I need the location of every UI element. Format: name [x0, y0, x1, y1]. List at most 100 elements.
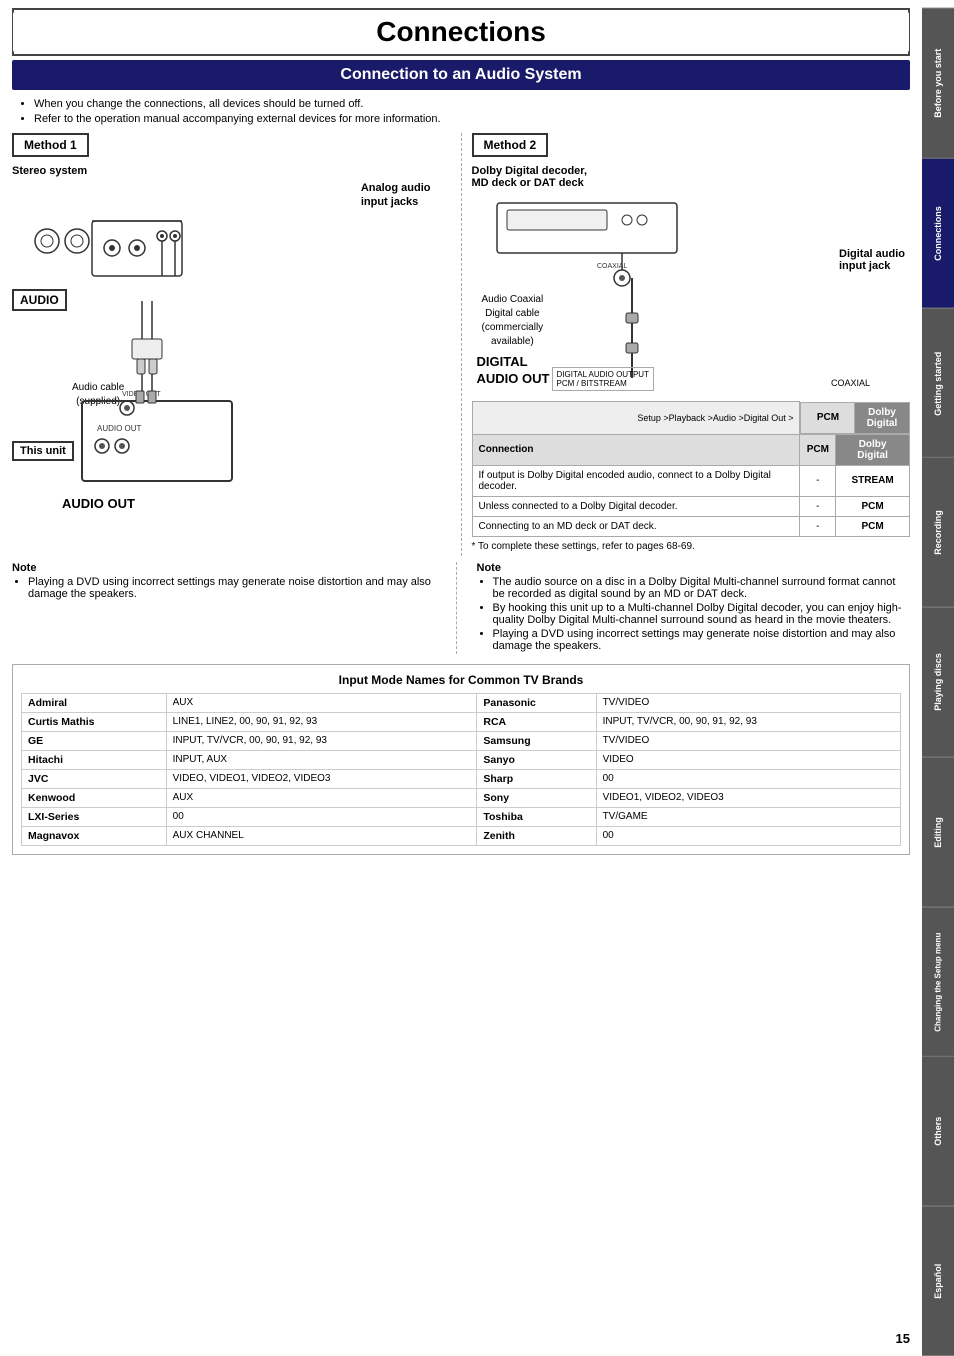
sidebar-tab-editing[interactable]: Editing — [922, 757, 954, 907]
dolby-cell-1: STREAM — [836, 465, 910, 496]
brand-value: VIDEO, VIDEO1, VIDEO2, VIDEO3 — [166, 769, 477, 788]
digital-audio-out-label: DIGITAL AUDIO OUT — [477, 354, 550, 388]
intro-bullet-2: Refer to the operation manual accompanyi… — [34, 113, 906, 125]
note-right: Note The audio source on a disc in a Dol… — [467, 562, 911, 654]
brand-table-row: Kenwood AUX Sony VIDEO1, VIDEO2, VIDEO3 — [22, 788, 901, 807]
sidebar-tab-before-you-start[interactable]: Before you start — [922, 8, 954, 158]
method1-box: Method 1 — [12, 133, 89, 157]
method1-label-box: Method 1 — [12, 133, 451, 161]
sidebar-tab-setup-menu[interactable]: Changing the Setup menu — [922, 907, 954, 1057]
brand-value: INPUT, AUX — [166, 750, 477, 769]
brand-name2: Zenith — [477, 826, 596, 845]
note-right-bullet-3: Playing a DVD using incorrect settings m… — [493, 628, 911, 652]
cable-svg — [602, 278, 662, 378]
decoder-device-svg: COAXIAL — [492, 198, 692, 298]
brand-name: LXI-Series — [22, 807, 167, 826]
settings-table: Setup >Playback >Audio >Digital Out > PC… — [472, 401, 911, 537]
section-header: Connection to an Audio System — [12, 60, 910, 90]
brand-name2: Toshiba — [477, 807, 596, 826]
sidebar-tab-recording[interactable]: Recording — [922, 457, 954, 607]
right-column: Method 2 Dolby Digital decoder, MD deck … — [462, 133, 911, 556]
pcm-label: DIGITAL AUDIO OUTPUT PCM / BITSTREAM — [552, 367, 654, 391]
sidebar: Before you start Connections Getting sta… — [922, 8, 954, 1356]
brand-value2: 00 — [596, 826, 900, 845]
svg-text:AUDIO OUT: AUDIO OUT — [97, 424, 142, 433]
this-unit-label: This unit — [12, 441, 74, 461]
brand-table-row: Admiral AUX Panasonic TV/VIDEO — [22, 693, 901, 712]
brand-value2: INPUT, TV/VCR, 00, 90, 91, 92, 93 — [596, 712, 900, 731]
intro-bullet-1: When you change the connections, all dev… — [34, 98, 906, 110]
content-area: Method 1 Stereo system Analog audio inpu… — [12, 133, 910, 556]
brand-value: AUX — [166, 788, 477, 807]
digital-input-label: Digital audio input jack — [839, 248, 905, 272]
coaxial-cable-label: Audio Coaxial Digital cable (commerciall… — [482, 293, 544, 349]
sidebar-tab-connections[interactable]: Connections — [922, 158, 954, 308]
brand-name2: Panasonic — [477, 693, 596, 712]
brand-table-row: GE INPUT, TV/VCR, 00, 90, 91, 92, 93 Sam… — [22, 731, 901, 750]
method2-diagram: COAXIAL Digital audio input jack Audio C… — [472, 193, 911, 393]
brand-table-row: Hitachi INPUT, AUX Sanyo VIDEO — [22, 750, 901, 769]
brand-value: LINE1, LINE2, 00, 90, 91, 92, 93 — [166, 712, 477, 731]
brand-value2: VIDEO — [596, 750, 900, 769]
brand-table: Admiral AUX Panasonic TV/VIDEO Curtis Ma… — [21, 693, 901, 846]
page-title: Connections — [376, 16, 546, 47]
connection-header: Connection — [472, 434, 800, 465]
dolby-cell-2: PCM — [836, 496, 910, 516]
brand-name: JVC — [22, 769, 167, 788]
brand-name: Admiral — [22, 693, 167, 712]
audio-label-box: AUDIO — [12, 289, 67, 311]
main-content: Connections Connection to an Audio Syste… — [0, 8, 922, 855]
method2-system-label: Dolby Digital decoder, MD deck or DAT de… — [472, 165, 911, 189]
brand-value: INPUT, TV/VCR, 00, 90, 91, 92, 93 — [166, 731, 477, 750]
method1-diagram: Analog audio input jacks — [12, 181, 451, 511]
sidebar-tab-playing-discs[interactable]: Playing discs — [922, 607, 954, 757]
method2-box: Method 2 — [472, 133, 549, 157]
left-column: Method 1 Stereo system Analog audio inpu… — [12, 133, 462, 556]
brand-value2: VIDEO1, VIDEO2, VIDEO3 — [596, 788, 900, 807]
note-left-bullet-1: Playing a DVD using incorrect settings m… — [28, 576, 446, 600]
method1-system-label: Stereo system — [12, 165, 451, 177]
note-left-list: Playing a DVD using incorrect settings m… — [12, 576, 446, 600]
brand-value: AUX CHANNEL — [166, 826, 477, 845]
brand-name2: Samsung — [477, 731, 596, 750]
page-number: 15 — [896, 1331, 910, 1346]
this-unit-svg: VIDEO OUT AUDIO OUT — [72, 301, 272, 501]
brand-value2: 00 — [596, 769, 900, 788]
note-right-list: The audio source on a disc in a Dolby Di… — [477, 576, 911, 652]
note-left-title: Note — [12, 562, 446, 574]
table-row: Connecting to an MD deck or DAT deck. - … — [472, 516, 910, 536]
brand-value2: TV/VIDEO — [596, 731, 900, 750]
note-left: Note Playing a DVD using incorrect setti… — [12, 562, 457, 654]
connection-cell-1: If output is Dolby Digital encoded audio… — [472, 465, 800, 496]
brand-name: Magnavox — [22, 826, 167, 845]
brand-table-row: LXI-Series 00 Toshiba TV/GAME — [22, 807, 901, 826]
dolby-cell-3: PCM — [836, 516, 910, 536]
method2-label-box: Method 2 — [472, 133, 911, 161]
page-title-bar: Connections — [12, 8, 910, 56]
setup-path-label: Setup >Playback >Audio >Digital Out > — [472, 402, 800, 435]
brand-name: GE — [22, 731, 167, 750]
brand-name: Kenwood — [22, 788, 167, 807]
svg-text:COAXIAL: COAXIAL — [597, 263, 627, 270]
brand-table-row: Magnavox AUX CHANNEL Zenith 00 — [22, 826, 901, 845]
sidebar-tab-getting-started[interactable]: Getting started — [922, 308, 954, 458]
brand-name2: Sony — [477, 788, 596, 807]
sidebar-tab-others[interactable]: Others — [922, 1056, 954, 1206]
brand-name2: Sharp — [477, 769, 596, 788]
intro-bullets: When you change the connections, all dev… — [16, 98, 906, 125]
connection-cell-3: Connecting to an MD deck or DAT deck. — [472, 516, 800, 536]
brand-name2: RCA — [477, 712, 596, 731]
sidebar-tab-espanol[interactable]: Español — [922, 1206, 954, 1356]
audio-out-label: AUDIO OUT — [62, 496, 135, 511]
pcm-cell-1: - — [800, 465, 836, 496]
brand-value2: TV/VIDEO — [596, 693, 900, 712]
notes-area: Note Playing a DVD using incorrect setti… — [12, 562, 910, 654]
pcm-col-header: PCM — [800, 434, 836, 465]
table-row: If output is Dolby Digital encoded audio… — [472, 465, 910, 496]
note-right-bullet-2: By hooking this unit up to a Multi-chann… — [493, 602, 911, 626]
brand-value2: TV/GAME — [596, 807, 900, 826]
dolby-col-header: Dolby Digital — [836, 434, 910, 465]
coaxial-sublabel: COAXIAL — [831, 378, 870, 388]
brand-table-container: Input Mode Names for Common TV Brands Ad… — [12, 664, 910, 855]
table-row: Unless connected to a Dolby Digital deco… — [472, 496, 910, 516]
